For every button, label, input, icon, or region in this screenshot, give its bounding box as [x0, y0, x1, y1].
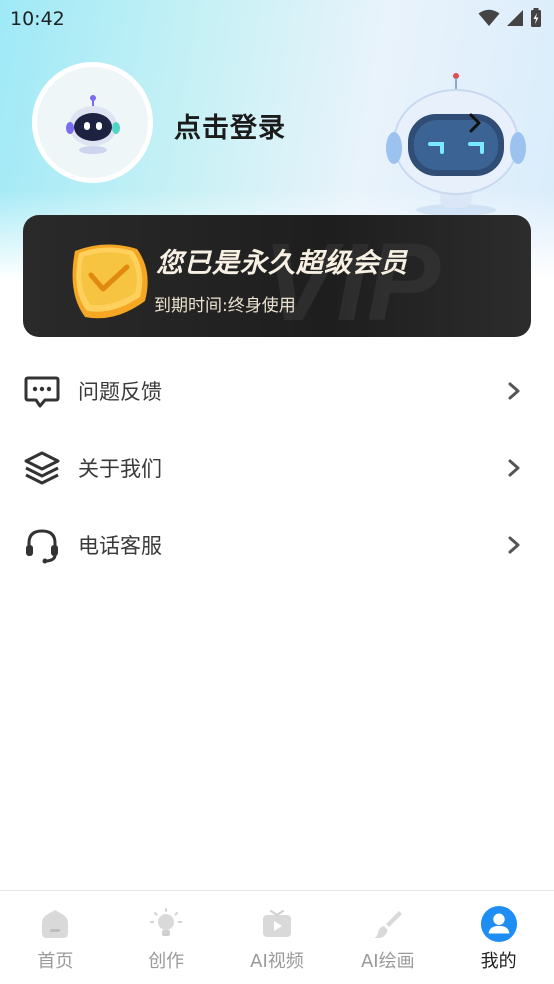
battery-icon — [531, 8, 541, 27]
nav-item-create[interactable]: 创作 — [111, 891, 222, 984]
menu-item-label: 关于我们 — [78, 456, 162, 481]
bottom-nav: 首页 创作 AI视频 AI绘画 我的 — [0, 890, 554, 984]
status-icons — [478, 8, 542, 28]
menu-item-label: 问题反馈 — [78, 379, 162, 404]
status-bar: 10:42 — [0, 0, 554, 40]
headset-icon — [22, 525, 62, 565]
nav-label: 首页 — [37, 951, 74, 972]
chevron-right-icon[interactable] — [462, 110, 488, 136]
menu-item-about[interactable]: 关于我们 — [0, 429, 554, 506]
settings-menu: 问题反馈 关于我们 电话客服 — [0, 352, 554, 583]
chevron-right-icon — [508, 459, 520, 476]
login-link[interactable]: 点击登录 — [174, 106, 286, 145]
lightbulb-icon — [147, 905, 185, 943]
status-time: 10:42 — [10, 8, 65, 30]
feedback-icon — [22, 371, 62, 411]
profile-screen: 10:42 点击登录 VIP 您已是永久超级会员 到期时间:终身使用 问题反馈 … — [0, 0, 554, 984]
signal-icon — [507, 10, 523, 26]
chevron-right-icon — [508, 536, 520, 553]
nav-item-home[interactable]: 首页 — [0, 891, 111, 984]
nav-label: 创作 — [148, 951, 185, 972]
vip-title: 您已是永久超级会员 — [156, 248, 408, 279]
nav-label: AI绘画 — [360, 951, 415, 972]
nav-item-ai-painting[interactable]: AI绘画 — [332, 891, 443, 984]
nav-label: AI视频 — [250, 951, 304, 972]
vip-card[interactable]: VIP 您已是永久超级会员 到期时间:终身使用 — [23, 215, 531, 337]
robot-mascot-icon — [386, 73, 526, 216]
nav-item-mine[interactable]: 我的 — [443, 891, 554, 984]
nav-item-ai-video[interactable]: AI视频 — [222, 891, 333, 984]
nav-label: 我的 — [480, 951, 517, 972]
profile-icon — [480, 905, 518, 943]
home-icon — [36, 905, 74, 943]
chevron-right-icon — [508, 382, 520, 399]
vip-badge-icon — [72, 244, 148, 319]
brush-icon — [369, 905, 407, 943]
menu-item-feedback[interactable]: 问题反馈 — [0, 352, 554, 429]
menu-item-label: 电话客服 — [78, 533, 162, 558]
menu-item-phone-support[interactable]: 电话客服 — [0, 506, 554, 583]
avatar[interactable] — [32, 62, 153, 183]
video-icon — [258, 905, 296, 943]
robot-avatar-icon — [65, 94, 120, 154]
wifi-icon — [478, 9, 500, 26]
layers-icon — [22, 448, 62, 488]
vip-expire-text: 到期时间:终身使用 — [154, 296, 296, 316]
